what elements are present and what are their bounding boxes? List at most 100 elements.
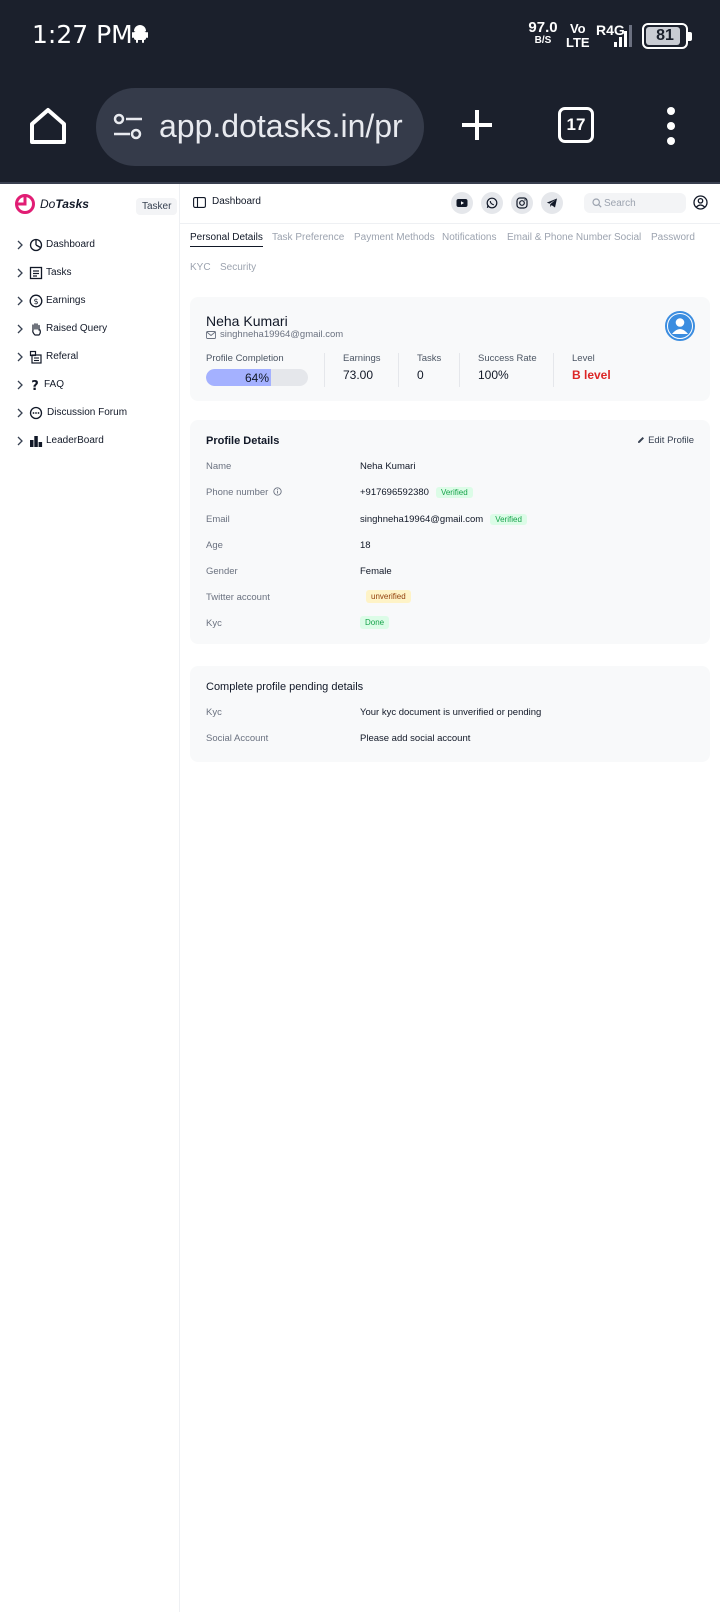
pending-label: Kyc (206, 707, 222, 718)
avatar[interactable] (665, 311, 695, 341)
telegram-button[interactable] (541, 192, 563, 214)
role-badge: Tasker (136, 198, 178, 215)
tasks-icon (29, 266, 43, 280)
sidebar-item-label: LeaderBoard (46, 435, 104, 446)
new-tab-icon[interactable] (460, 108, 494, 142)
pending-value: Your kyc document is unverified or pendi… (360, 707, 542, 718)
dashboard-icon (29, 238, 43, 252)
home-icon[interactable] (26, 104, 70, 148)
profile-name: Neha Kumari (206, 313, 288, 329)
sidebar-toggle-icon[interactable] (193, 197, 206, 208)
stat-label: Profile Completion (206, 353, 284, 364)
sidebar-item-label: Dashboard (46, 239, 95, 250)
tab-task-preference[interactable]: Task Preference (272, 232, 344, 243)
pencil-icon (638, 437, 645, 443)
chevron-right-icon (17, 436, 23, 446)
tasks-stat: Tasks 0 (417, 353, 441, 391)
sidebar-item-tasks[interactable]: Tasks (0, 259, 180, 287)
url-text[interactable]: app.dotasks.in/pr (159, 108, 409, 145)
sidebar-item-referal[interactable]: Referal (0, 343, 180, 371)
sidebar-item-label: Tasks (46, 267, 72, 278)
section-title: Complete profile pending details (206, 681, 364, 693)
level-stat: Level B level (572, 353, 611, 391)
instagram-button[interactable] (511, 192, 533, 214)
tab-notifications[interactable]: Notifications (442, 232, 496, 243)
dotasks-logo-icon (15, 194, 35, 214)
sidebar-item-faq[interactable]: ? FAQ (0, 371, 180, 399)
detail-label: Gender (206, 566, 238, 577)
stat-value: 73.00 (343, 368, 374, 382)
detail-value: +917696592380 Verified (360, 487, 473, 498)
tab-payment-methods[interactable]: Payment Methods (354, 232, 435, 243)
success-rate-stat: Success Rate 100% (478, 353, 537, 391)
sidebar-item-discussion-forum[interactable]: Discussion Forum (0, 399, 180, 427)
whatsapp-button[interactable] (481, 192, 503, 214)
stat-label: Level (572, 353, 595, 364)
sidebar-item-label: Referal (46, 351, 79, 362)
sidebar-item-dashboard[interactable]: Dashboard (0, 231, 180, 259)
detail-label: Phone number (206, 487, 282, 498)
dotasks-logo[interactable]: DoTasks (14, 193, 134, 217)
info-icon[interactable] (273, 487, 282, 496)
top-bar: Dashboard (180, 184, 720, 224)
address-bar[interactable]: app.dotasks.in/pr (96, 88, 424, 166)
verified-badge: Verified (435, 487, 473, 498)
logo-text: DoTasks (40, 197, 89, 211)
profile-completion-bar: 64% (206, 369, 308, 386)
stat-value: 100% (478, 368, 509, 382)
sidebar-item-earnings[interactable]: $ Earnings (0, 287, 180, 315)
profile-summary-card: Neha Kumari singhneha19964@gmail.com Pro… (190, 297, 710, 401)
earnings-stat: Earnings 73.00 (343, 353, 381, 391)
sidebar-item-raised-query[interactable]: Raised Query (0, 315, 180, 343)
instagram-icon (516, 197, 528, 209)
svg-text:?: ? (31, 379, 39, 392)
question-icon: ? (31, 379, 39, 392)
divider (459, 353, 460, 387)
divider (398, 353, 399, 387)
detail-value: 18 (360, 540, 371, 551)
tab-security[interactable]: Security (220, 262, 256, 273)
chevron-right-icon (17, 240, 23, 250)
network-speed: 97.0 B/S (528, 19, 558, 46)
pending-details-card: Complete profile pending details Kyc You… (190, 666, 710, 762)
search-box[interactable] (584, 193, 686, 213)
app: DoTasks Tasker Dashboard Tasks $ Earning… (0, 184, 720, 1612)
done-badge: Done (360, 616, 390, 629)
sidebar-item-label: Raised Query (46, 323, 108, 334)
chevron-right-icon (17, 380, 23, 390)
chevron-right-icon (17, 268, 23, 278)
detail-label: Age (206, 540, 223, 551)
search-input[interactable] (604, 196, 682, 210)
tab-password[interactable]: Password (651, 232, 695, 243)
detail-value: singhneha19964@gmail.com Verified (360, 514, 527, 525)
search-icon (592, 198, 602, 208)
detail-value: Done (360, 616, 390, 629)
verified-badge: Verified (490, 514, 527, 525)
sidebar-item-label: Earnings (46, 295, 86, 306)
youtube-button[interactable] (451, 192, 473, 214)
forum-icon (29, 406, 43, 420)
tab-social[interactable]: Social (614, 232, 641, 243)
sidebar-item-label: Discussion Forum (47, 407, 128, 418)
detail-label: Twitter account (206, 592, 270, 603)
breadcrumb[interactable]: Dashboard (212, 196, 261, 207)
edit-profile-button[interactable]: Edit Profile (637, 435, 694, 446)
youtube-icon (456, 199, 468, 207)
tab-kyc[interactable]: KYC (190, 262, 211, 273)
more-menu-icon[interactable] (664, 106, 678, 146)
site-settings-icon[interactable] (112, 112, 144, 142)
battery-indicator: 81 (642, 23, 692, 49)
tab-email-phone[interactable]: Email & Phone Number (507, 232, 612, 243)
status-time: 1:27 PM (32, 20, 133, 49)
tab-switcher-button[interactable]: 17 (558, 107, 594, 143)
stat-label: Success Rate (478, 353, 537, 364)
user-account-icon[interactable] (693, 195, 708, 210)
tab-personal-details[interactable]: Personal Details (190, 232, 263, 247)
whatsapp-icon (486, 197, 498, 209)
level-value: B level (572, 368, 611, 382)
sidebar-item-leaderboard[interactable]: LeaderBoard (0, 427, 180, 455)
profile-details-card: Profile Details Edit Profile Name Neha K… (190, 420, 710, 644)
chevron-right-icon (17, 352, 23, 362)
progress-value: 64% (244, 371, 270, 385)
volte-indicator: Vo LTE (566, 21, 590, 50)
